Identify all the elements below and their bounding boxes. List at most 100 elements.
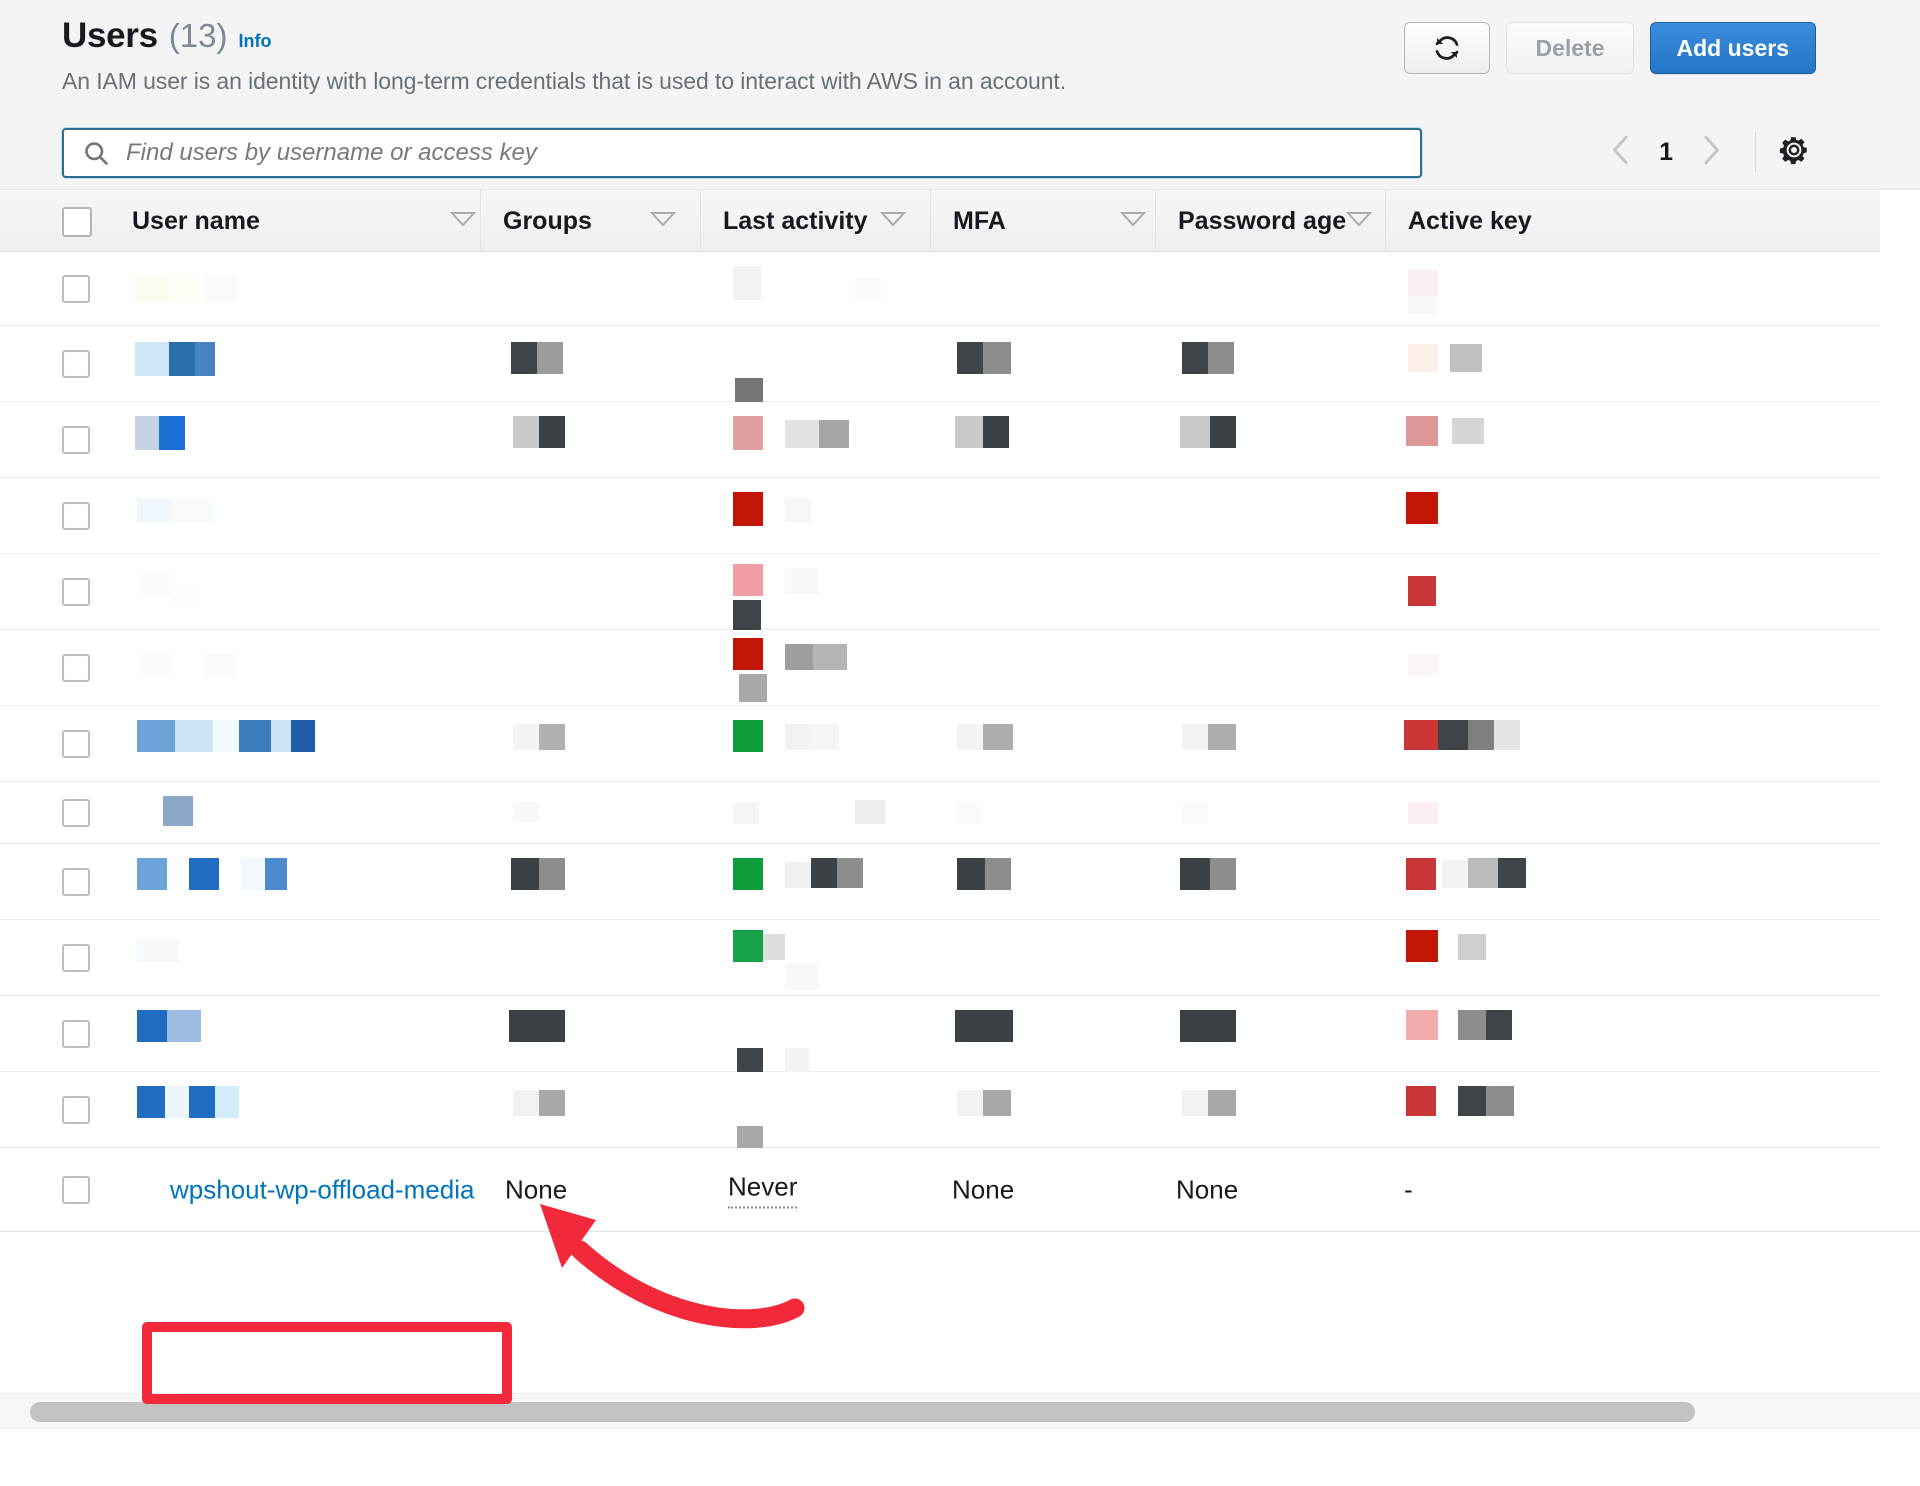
redacted-cell-block (189, 858, 219, 890)
redacted-cell-block (539, 416, 565, 448)
redacted-cell-block (785, 644, 813, 670)
row-select-checkbox[interactable] (62, 274, 90, 303)
redacted-cell-block (1468, 720, 1494, 750)
pagination-divider (1755, 132, 1756, 172)
table-row[interactable]: wpshout-wp-offload-media None Never None… (0, 1148, 1920, 1232)
redacted-cell-block (135, 416, 159, 450)
row-select-checkbox[interactable] (62, 1019, 90, 1048)
pagination-current-page[interactable]: 1 (1649, 138, 1683, 167)
row-select-checkbox[interactable] (62, 577, 90, 606)
redacted-cell-block (983, 724, 1013, 750)
select-all-checkbox[interactable] (62, 207, 92, 237)
column-header-password-age[interactable]: Password age (1155, 190, 1385, 252)
column-header-mfa[interactable]: MFA (930, 190, 1170, 252)
table-row[interactable] (0, 478, 1880, 554)
redacted-cell-block (1486, 1010, 1512, 1040)
redacted-cell-block (1438, 720, 1468, 750)
table-row[interactable] (0, 782, 1880, 844)
column-header-user-name[interactable]: User name (110, 190, 500, 252)
table-settings-button[interactable] (1772, 130, 1816, 174)
sort-triangle-icon[interactable] (1345, 210, 1373, 233)
redacted-cell-block (539, 858, 565, 890)
pagination-next-button[interactable] (1683, 126, 1739, 178)
redacted-cell-block (265, 858, 287, 890)
redacted-cell-block (1210, 858, 1236, 890)
redacted-cell-block (169, 342, 195, 376)
redacted-cell-block (213, 720, 239, 752)
redacted-cell-block (140, 572, 170, 596)
redacted-cell-block (159, 416, 185, 450)
redacted-cell-block (135, 342, 169, 376)
redacted-cell-block (1208, 1090, 1236, 1116)
row-select-checkbox[interactable] (62, 1095, 90, 1124)
redacted-cell-block (291, 720, 315, 752)
sort-triangle-icon[interactable] (879, 210, 907, 233)
redacted-cell-block (957, 858, 985, 890)
redacted-cell-block (1498, 858, 1526, 888)
redacted-cell-block (785, 1048, 809, 1074)
sort-triangle-icon[interactable] (1119, 210, 1147, 233)
redacted-cell-block (1486, 1086, 1514, 1116)
row-select-checkbox[interactable] (62, 943, 90, 972)
horizontal-scrollbar-track[interactable] (0, 1393, 1920, 1429)
search-input[interactable] (124, 138, 1374, 168)
redacted-cell-block (733, 638, 763, 670)
table-row[interactable] (0, 1072, 1880, 1150)
table-row[interactable] (0, 996, 1880, 1078)
redacted-cell-block (1182, 724, 1208, 750)
redacted-cell-block (1406, 930, 1438, 962)
redacted-cell-block (1180, 1010, 1236, 1042)
search-field-wrapper[interactable] (62, 128, 1422, 178)
redacted-cell-block (1408, 576, 1436, 606)
delete-button[interactable]: Delete (1506, 22, 1634, 74)
row-select-checkbox[interactable] (62, 867, 90, 896)
table-row[interactable] (0, 554, 1880, 630)
column-header-active-key[interactable]: Active key (1385, 190, 1645, 252)
table-row[interactable] (0, 252, 1880, 326)
table-row[interactable] (0, 706, 1880, 782)
column-header-groups[interactable]: Groups (480, 190, 700, 252)
redacted-cell-block (957, 802, 983, 824)
table-body-redacted (0, 252, 1880, 1150)
gear-icon (1777, 133, 1811, 172)
redacted-cell-block (733, 600, 761, 630)
row-select-checkbox[interactable] (62, 798, 90, 827)
row-select-checkbox[interactable] (62, 653, 90, 682)
row-select-checkbox[interactable] (62, 729, 90, 758)
redacted-cell-block (955, 416, 983, 448)
column-header-label: Password age (1178, 206, 1347, 235)
table-row[interactable] (0, 920, 1880, 996)
row-select-checkbox[interactable] (62, 425, 90, 454)
redacted-cell-block (983, 1090, 1011, 1116)
user-name-link[interactable]: wpshout-wp-offload-media (170, 1174, 474, 1205)
pagination-prev-button[interactable] (1593, 126, 1649, 178)
column-header-last-activity[interactable]: Last activity (700, 190, 930, 252)
redacted-cell-block (513, 1090, 539, 1116)
redacted-cell-block (733, 802, 759, 824)
info-link[interactable]: Info (238, 31, 271, 52)
horizontal-scrollbar-thumb[interactable] (30, 1402, 1695, 1422)
redacted-cell-block (513, 416, 539, 448)
refresh-button[interactable] (1404, 22, 1491, 74)
table-header-row: User name Groups Last activity MFA Password … (0, 190, 1880, 252)
table-row[interactable] (0, 326, 1880, 412)
table-row[interactable] (0, 402, 1880, 478)
column-header-label: User name (132, 206, 260, 235)
column-header-label: Active key (1408, 206, 1532, 235)
redacted-cell-block (733, 858, 763, 890)
table-row[interactable] (0, 630, 1880, 706)
add-users-button[interactable]: Add users (1649, 22, 1816, 74)
sort-triangle-icon[interactable] (649, 210, 677, 233)
redacted-cell-block (957, 724, 983, 750)
redacted-cell-block (957, 1090, 983, 1116)
row-select-checkbox[interactable] (62, 349, 90, 378)
redacted-cell-block (1208, 724, 1236, 750)
redacted-cell-block (137, 1010, 167, 1042)
row-select-checkbox[interactable] (62, 1175, 90, 1204)
row-select-checkbox[interactable] (62, 501, 90, 530)
redacted-cell-block (1408, 296, 1436, 314)
chevron-right-icon (1698, 132, 1724, 173)
sort-triangle-icon[interactable] (449, 210, 477, 233)
active-key-value: - (1404, 1174, 1413, 1204)
table-row[interactable] (0, 844, 1880, 920)
